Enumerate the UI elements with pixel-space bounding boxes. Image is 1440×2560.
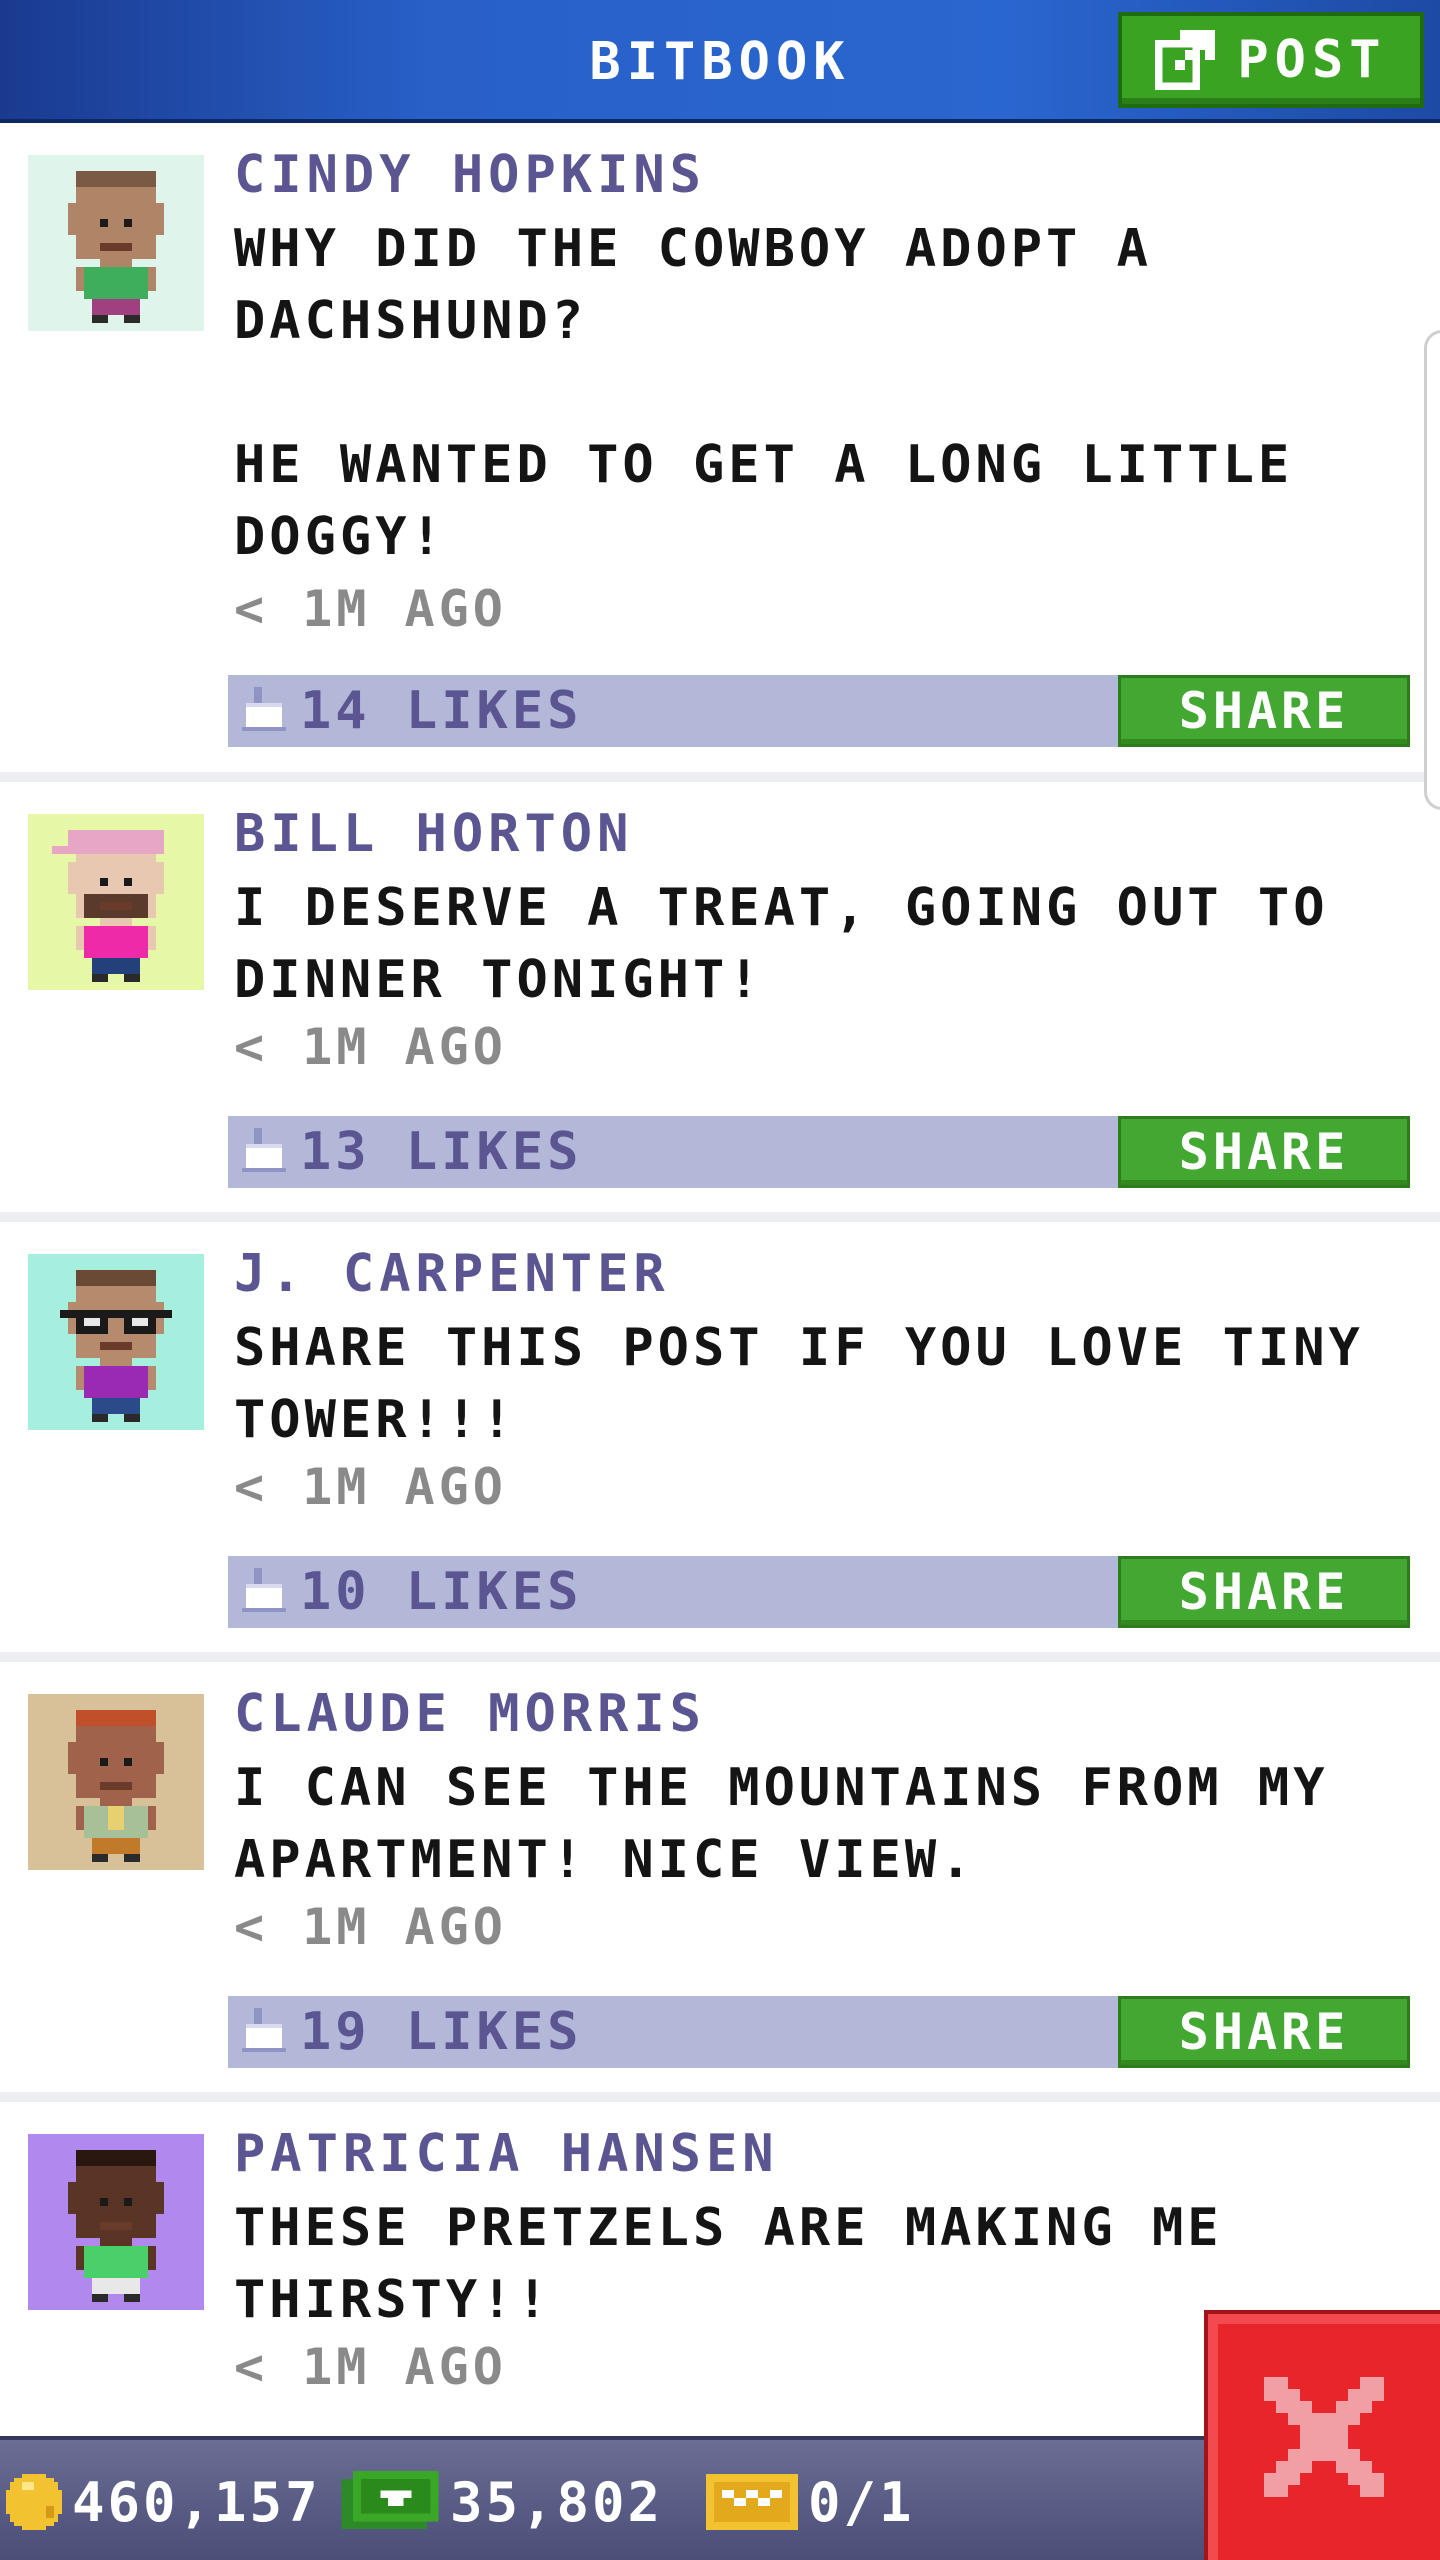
post-time: < 1M AGO [234, 580, 507, 638]
post-text: SHARE THIS POST IF YOU LOVE TINY TOWER!!… [234, 1318, 1400, 1450]
likes-bar[interactable]: 13 LIKES SHARE [228, 1116, 1410, 1188]
avatar[interactable] [28, 155, 204, 331]
likes-count: 13 LIKES [300, 1122, 583, 1182]
thumbs-up-icon [242, 1568, 286, 1616]
avatar-image [28, 1694, 204, 1870]
tickets-value: 0/1 [808, 2470, 915, 2534]
post-author[interactable]: CINDY HOPKINS [234, 145, 706, 205]
share-button[interactable]: SHARE [1118, 1996, 1410, 2068]
likes-count: 10 LIKES [300, 1562, 583, 1622]
post-author[interactable]: BILL HORTON [234, 804, 633, 864]
post-time: < 1M AGO [234, 1018, 507, 1076]
thumbs-up-icon [242, 687, 286, 735]
likes-count: 19 LIKES [300, 2002, 583, 2062]
feed-post: CLAUDE MORRIS I CAN SEE THE MOUNTAINS FR… [0, 1662, 1440, 2102]
avatar-image [28, 2134, 204, 2310]
post-time: < 1M AGO [234, 1898, 507, 1956]
post-author[interactable]: J. CARPENTER [234, 1244, 670, 1304]
likes-bar[interactable]: 14 LIKES SHARE [228, 675, 1410, 747]
coins-value: 460,157 [72, 2470, 321, 2534]
post-time: < 1M AGO [234, 2338, 507, 2396]
post-text: WHY DID THE COWBOY ADOPT A DACHSHUND? HE… [234, 219, 1294, 567]
post-button[interactable]: POST [1118, 12, 1424, 108]
coin-icon [6, 2474, 62, 2530]
bux-icon [341, 2471, 439, 2530]
app-header: BITBOOK POST [0, 0, 1440, 123]
post-text: I DESERVE A TREAT, GOING OUT TO DINNER T… [234, 878, 1364, 1010]
share-button[interactable]: SHARE [1118, 675, 1410, 747]
scrollbar[interactable] [1424, 330, 1440, 810]
likes-bar[interactable]: 10 LIKES SHARE [228, 1556, 1410, 1628]
feed-post: BILL HORTON I DESERVE A TREAT, GOING OUT… [0, 782, 1440, 1222]
post-author[interactable]: PATRICIA HANSEN [234, 2124, 779, 2184]
bux-value: 35,802 [450, 2470, 664, 2534]
bux-stat: 35,802 [340, 2440, 663, 2560]
share-button[interactable]: SHARE [1118, 1556, 1410, 1628]
avatar-image [28, 814, 204, 990]
avatar-image [28, 155, 204, 331]
feed-post: J. CARPENTER SHARE THIS POST IF YOU LOVE… [0, 1222, 1440, 1662]
avatar-image [28, 1254, 204, 1430]
post-text: I CAN SEE THE MOUNTAINS FROM MY APARTMEN… [234, 1758, 1364, 1890]
avatar[interactable] [28, 1694, 204, 1870]
compose-icon [1155, 30, 1216, 90]
share-button[interactable]: SHARE [1118, 1116, 1410, 1188]
post-author[interactable]: CLAUDE MORRIS [234, 1684, 706, 1744]
tickets-stat: 0/1 [706, 2440, 915, 2560]
ticket-icon [706, 2474, 798, 2530]
feed-post: CINDY HOPKINS WHY DID THE COWBOY ADOPT A… [0, 123, 1440, 782]
post-button-label: POST [1237, 30, 1387, 90]
close-icon [1264, 2377, 1384, 2497]
coins-stat: 460,157 [6, 2440, 321, 2560]
avatar[interactable] [28, 1254, 204, 1430]
post-time: < 1M AGO [234, 1458, 507, 1516]
thumbs-up-icon [242, 2008, 286, 2056]
close-button[interactable] [1204, 2310, 1440, 2560]
likes-bar[interactable]: 19 LIKES SHARE [228, 1996, 1410, 2068]
likes-count: 14 LIKES [300, 681, 583, 741]
avatar[interactable] [28, 2134, 204, 2310]
thumbs-up-icon [242, 1128, 286, 1176]
avatar[interactable] [28, 814, 204, 990]
